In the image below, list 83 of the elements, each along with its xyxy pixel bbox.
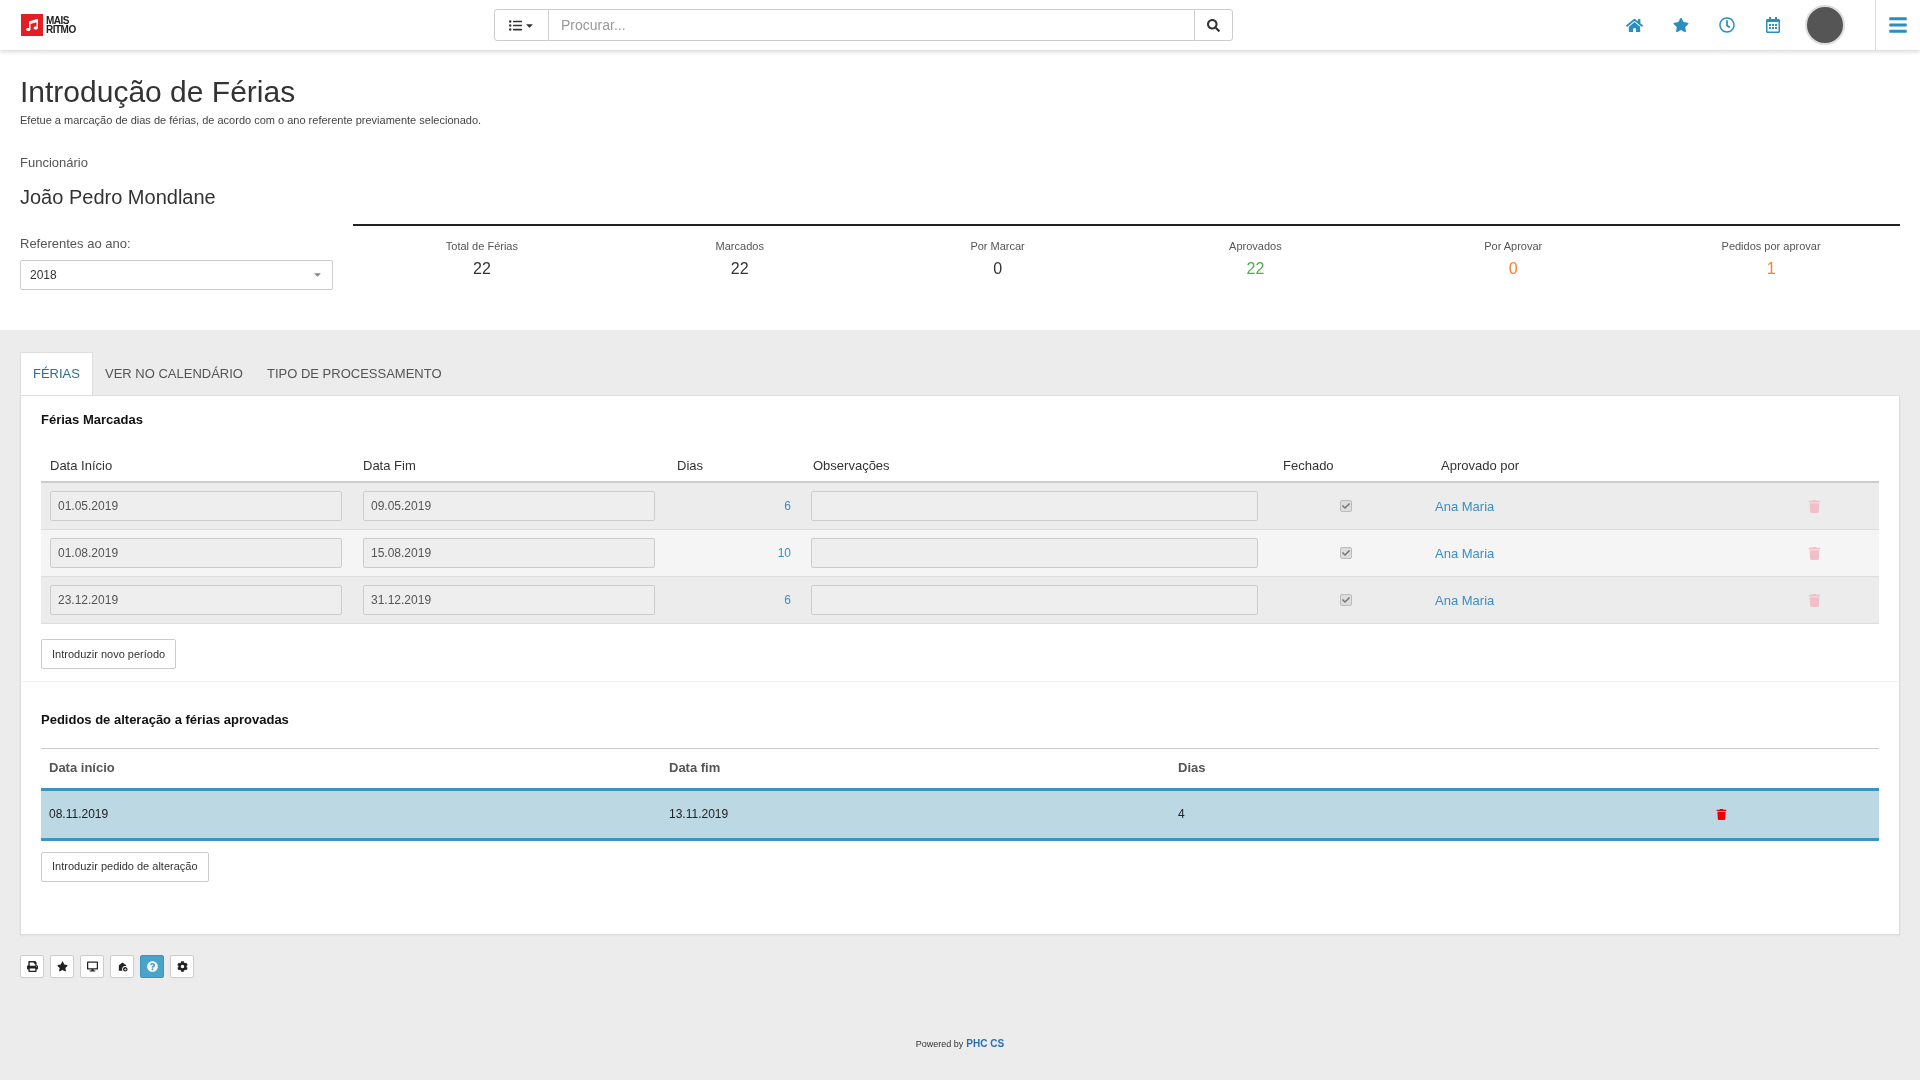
section-title: Pedidos de alteração a férias aprovadas [41, 711, 289, 729]
printer-button[interactable] [20, 954, 44, 978]
home-plus-button[interactable] [110, 954, 134, 978]
brand-text: RITMO [46, 25, 76, 34]
help-icon [146, 960, 158, 972]
help-button[interactable] [140, 954, 164, 978]
stat-value: 22 [473, 258, 491, 279]
star-button[interactable] [50, 954, 74, 978]
search-button[interactable] [1194, 9, 1233, 41]
tab[interactable]: VER NO CALENDÁRIO [92, 352, 255, 395]
request-row[interactable]: 08.11.2019 13.11.2019 4 [41, 787, 1879, 841]
tab[interactable]: FÉRIAS [20, 352, 93, 395]
home-plus-icon [116, 960, 128, 972]
column-header: Data início [49, 760, 115, 776]
settings-button[interactable] [170, 954, 194, 978]
days-value: 6 [784, 592, 791, 609]
notes-input[interactable] [811, 538, 1258, 568]
section-title: Férias Marcadas [41, 411, 143, 429]
approver-link[interactable]: Ana Maria [1435, 546, 1495, 561]
notes-input[interactable] [811, 585, 1258, 615]
calendar-button[interactable] [1765, 17, 1781, 33]
column-header: Aprovado por [1441, 457, 1520, 473]
column-header: Observações [813, 457, 890, 473]
date-input[interactable]: 01.08.2019 [50, 538, 342, 568]
table-cell: 13.11.2019 [669, 807, 729, 821]
favorites-button[interactable] [1673, 17, 1689, 33]
stat-value: 0 [1508, 258, 1518, 279]
search-field[interactable]: Procurar... [549, 9, 1194, 41]
stat-label: Aprovados [1229, 239, 1282, 254]
date-input[interactable]: 15.08.2019 [363, 538, 655, 568]
list-icon [508, 18, 522, 32]
stat-label: Pedidos por aprovar [1721, 239, 1821, 254]
column-header: Data fim [669, 760, 721, 776]
page-title: Introdução de Férias [20, 74, 297, 110]
year-label: Referentes ao ano: [20, 235, 131, 253]
tab[interactable]: TIPO DE PROCESSAMENTO [254, 352, 454, 395]
date-input[interactable]: 09.05.2019 [363, 491, 655, 521]
days-value: 10 [777, 545, 791, 562]
closed-checkbox[interactable] [1340, 500, 1352, 512]
column-header: Dias [677, 457, 703, 473]
notes-input[interactable] [811, 491, 1258, 521]
table-cell: 08.11.2019 [49, 807, 109, 821]
page-subtitle: Efetue a marcação de dias de férias, de acordo com o ano referente previamente selecionado. [20, 113, 483, 128]
add-request-button[interactable]: Introduzir pedido de alteração [41, 851, 209, 882]
brand-text: MAIS [46, 16, 69, 25]
search-scope-button[interactable] [494, 9, 549, 41]
column-header: Data Fim [363, 457, 416, 473]
stat-label: Marcados [715, 239, 764, 254]
closed-checkbox[interactable] [1340, 594, 1352, 606]
employee-name: João Pedro Mondlane [20, 185, 216, 210]
stat-value: 22 [730, 258, 749, 279]
table-cell: 4 [1178, 807, 1185, 821]
delete-icon[interactable] [1716, 808, 1727, 820]
avatar[interactable] [1805, 5, 1845, 45]
logo-icon [21, 14, 43, 36]
clock-button[interactable] [1719, 17, 1735, 33]
column-header: Fechado [1283, 457, 1334, 473]
footer-link[interactable]: PHC CS [966, 1035, 1005, 1051]
year-dropdown[interactable]: 2018 [20, 259, 333, 290]
stat-value: 22 [1246, 258, 1265, 279]
star-icon [56, 960, 68, 972]
monitor-icon [86, 960, 98, 972]
search-icon [1207, 18, 1220, 32]
home-button[interactable] [1626, 16, 1643, 34]
date-input[interactable]: 01.05.2019 [50, 491, 342, 521]
date-input[interactable]: 23.12.2019 [50, 585, 342, 615]
add-period-button[interactable]: Introduzir novo período [41, 639, 177, 669]
stat-label: Total de Férias [445, 239, 518, 254]
menu-button[interactable] [1888, 15, 1908, 35]
column-header: Data Início [50, 457, 113, 473]
employee-label: Funcionário [20, 153, 88, 172]
closed-checkbox[interactable] [1340, 547, 1352, 559]
footer-text: Powered by [915, 1037, 964, 1051]
stat-label: Por Marcar [970, 239, 1025, 254]
monitor-button[interactable] [80, 954, 104, 978]
stat-value: 0 [993, 258, 1003, 279]
stat-value: 1 [1766, 258, 1776, 279]
date-input[interactable]: 31.12.2019 [363, 585, 655, 615]
printer-icon [26, 960, 38, 972]
stat-label: Por Aprovar [1484, 239, 1543, 254]
column-header: Dias [1178, 760, 1206, 776]
settings-icon [176, 960, 188, 972]
days-value: 6 [784, 498, 791, 515]
